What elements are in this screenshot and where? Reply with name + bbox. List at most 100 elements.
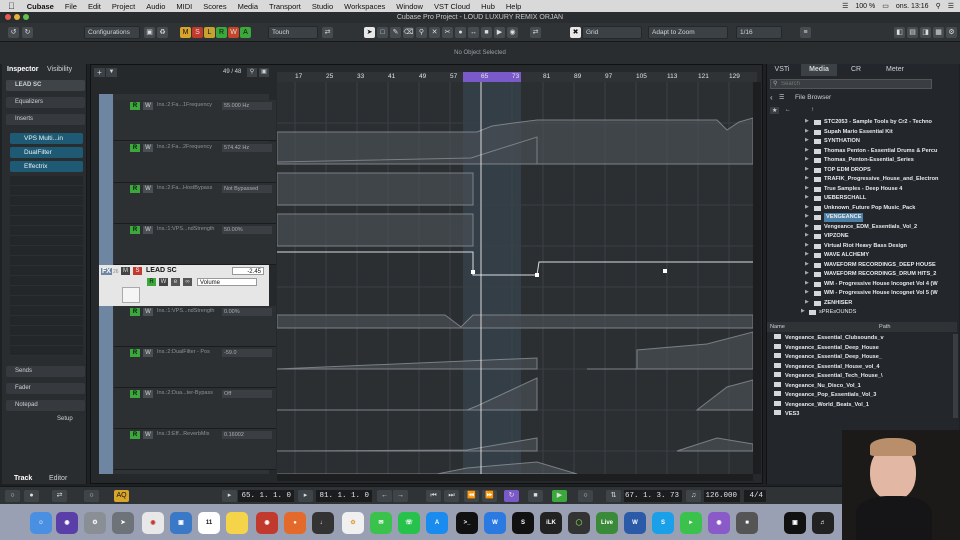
folder-name[interactable]: WM - Progressive House Incognet Vol 5 (W: [824, 289, 960, 298]
result-row[interactable]: VES3: [770, 410, 958, 420]
splice-icon[interactable]: S: [512, 512, 534, 534]
folder-name[interactable]: sPREsOUNDS: [819, 308, 959, 317]
expand-arrow-icon[interactable]: ▶: [801, 308, 805, 314]
inspector-track-name[interactable]: LEAD SC: [6, 80, 85, 91]
tab-meter[interactable]: Meter: [875, 64, 915, 76]
mute-tool-icon[interactable]: ✕: [429, 27, 440, 38]
window-layout-icon[interactable]: ▦: [933, 27, 944, 38]
folder-item[interactable]: ▶ Virtual Riot Heavy Bass Design: [767, 242, 957, 251]
solo-button[interactable]: S: [192, 27, 203, 38]
folder-name[interactable]: STC2053 - Sample Tools by Cr2 - Techno: [824, 118, 960, 127]
to-start-icon[interactable]: ⏮: [426, 490, 441, 502]
folder-item[interactable]: ▶ TRAFIK_Progressive_House_and_Electron: [767, 175, 957, 184]
insert-slot-1[interactable]: VPS Multi...in: [10, 133, 83, 144]
folder-name[interactable]: Supah Mario Essential Kit: [824, 128, 960, 137]
tab-track[interactable]: Track: [14, 475, 32, 482]
lane-name[interactable]: Ins.:1:VPS...ndStrength: [157, 226, 219, 234]
folder-item[interactable]: ▶ VENGEANCE: [767, 213, 957, 222]
menubar-clock[interactable]: ons. 13:16: [896, 3, 929, 10]
calendar-icon[interactable]: 11: [198, 512, 220, 534]
lane-name[interactable]: Ins.:2:Fa...1Frequency: [157, 102, 219, 110]
split-tool-icon[interactable]: ✂: [442, 27, 453, 38]
selected-track-lead-sc[interactable]: FX 26 M S LEAD SC -2.45 R W e ∞ Volume: [99, 265, 269, 306]
automation-mode-dropdown[interactable]: Touch: [268, 26, 318, 39]
folder-item[interactable]: ▶ SYNTHATION: [767, 137, 957, 146]
skype-icon[interactable]: S: [652, 512, 674, 534]
lane-name[interactable]: Ins.:3:Eff...ReverbMix: [157, 431, 219, 439]
folder-item[interactable]: ▶ WAVEFORM RECORDINGS_DEEP HOUSE: [767, 261, 957, 270]
folder-name[interactable]: TOP EDM DROPS: [824, 166, 960, 175]
folder-name[interactable]: ZENHISER: [824, 299, 960, 308]
folder-item[interactable]: ▶ WAVEFORM RECORDINGS_DRUM HITS_2: [767, 270, 957, 279]
folder-item[interactable]: ▶ WAVE ALCHEMY: [767, 251, 957, 260]
glue-tool-icon[interactable]: ●: [455, 27, 466, 38]
quantize-dropdown[interactable]: 1/16: [736, 26, 782, 39]
menu-hub[interactable]: Hub: [481, 2, 495, 11]
automation-panel-icon[interactable]: ⇄: [322, 27, 333, 38]
folder-item[interactable]: ▶ Thomas_Penton-Essential_Series: [767, 156, 957, 165]
expand-arrow-icon[interactable]: ▶: [805, 118, 809, 124]
read-toggle[interactable]: R: [130, 308, 140, 316]
automation-lane-4[interactable]: RW Ins.:1:VPS...ndStrength 50.00%: [114, 224, 276, 265]
write-toggle[interactable]: W: [143, 390, 153, 398]
menu-file[interactable]: File: [65, 2, 77, 11]
result-row[interactable]: Vengeance_Pop_Essentials_Vol_3: [770, 391, 958, 401]
automation-lane-3[interactable]: RW Ins.:2:Fa...HostBypass Not Bypassed: [114, 183, 276, 224]
expand-arrow-icon[interactable]: ▶: [805, 156, 809, 162]
result-row[interactable]: Vengeance_Essential_Tech_House_\: [770, 372, 958, 382]
grid-adapt-dropdown[interactable]: Adapt to Zoom: [648, 26, 728, 39]
write-toggle[interactable]: W: [143, 308, 153, 316]
folder-item[interactable]: ▶ STC2053 - Sample Tools by Cr2 - Techno: [767, 118, 957, 127]
add-track-icon[interactable]: +: [94, 68, 105, 77]
folder-name[interactable]: Thomas_Penton-Essential_Series: [824, 156, 960, 165]
go-to-right-locator-icon[interactable]: ▸: [298, 490, 313, 502]
result-name[interactable]: Vengeance_Pop_Essentials_Vol_3: [785, 392, 876, 398]
control-center-icon[interactable]: ☰: [948, 2, 954, 10]
ilok-icon[interactable]: iLK: [540, 512, 562, 534]
chrome-icon[interactable]: ◉: [142, 512, 164, 534]
track-options-icon[interactable]: ▼: [106, 68, 117, 77]
setup-link[interactable]: Setup: [57, 416, 73, 422]
lane-value[interactable]: 0.16002: [222, 431, 272, 439]
back-chevron-icon[interactable]: ‹: [770, 93, 773, 102]
folder-name[interactable]: WAVEFORM RECORDINGS_DEEP HOUSE: [824, 261, 960, 270]
folder-name[interactable]: Thomas Penton - Essential Drums & Percu: [824, 147, 960, 156]
battery-icon[interactable]: ▭: [882, 2, 889, 10]
result-name[interactable]: Vengeance_Essential_House_vol_4: [785, 364, 880, 370]
show-right-zone-icon[interactable]: ◨: [920, 27, 931, 38]
cycle-mode-icon[interactable]: ●: [24, 490, 39, 502]
write-button[interactable]: W: [228, 27, 239, 38]
event-display[interactable]: [277, 82, 753, 474]
forward-icon[interactable]: ⏩: [482, 490, 497, 502]
terminal-icon[interactable]: >_: [456, 512, 478, 534]
lane-value[interactable]: 50.00%: [222, 226, 272, 234]
punch-in-icon[interactable]: ←: [377, 490, 392, 502]
dorico-icon[interactable]: ♩: [312, 512, 334, 534]
tab-cr[interactable]: CR: [841, 64, 871, 76]
folder-item[interactable]: ▶ Unknown_Future Pop Music_Pack: [767, 204, 957, 213]
result-name[interactable]: Vengeance_Essential_Deep_House: [785, 345, 879, 351]
tab-vsti[interactable]: VSTi: [767, 64, 797, 76]
read-toggle[interactable]: R: [130, 349, 140, 357]
result-name[interactable]: Vengeance_Essential_Clubsounds_v: [785, 335, 884, 341]
menu-scores[interactable]: Scores: [203, 2, 226, 11]
preferences-icon[interactable]: ⚙: [84, 512, 106, 534]
read-toggle[interactable]: R: [130, 226, 140, 234]
lane-name[interactable]: Ins.:2:DualFilter - Pos: [157, 349, 219, 357]
volume-field[interactable]: -2.45: [232, 267, 264, 275]
col-path[interactable]: Path: [879, 322, 891, 332]
expand-arrow-icon[interactable]: ▶: [805, 223, 809, 229]
read-toggle[interactable]: R: [130, 185, 140, 193]
go-to-left-locator-icon[interactable]: ▸: [222, 490, 237, 502]
automation-lane-1[interactable]: RW Ins.:2:Fa...1Frequency 55.000 Hz: [114, 100, 276, 141]
object-select-tool-icon[interactable]: ➤: [364, 27, 375, 38]
app-menu[interactable]: Cubase: [27, 2, 54, 11]
col-name[interactable]: Name: [770, 322, 785, 332]
folder-name[interactable]: True Samples - Deep House 4: [824, 185, 960, 194]
folder-name[interactable]: WM - Progressive House Incognet Vol 4 (W: [824, 280, 960, 289]
finder-icon[interactable]: ☺: [30, 512, 52, 534]
menu-help[interactable]: Help: [506, 2, 521, 11]
folder-item[interactable]: ▶ WM - Progressive House Incognet Vol 4 (…: [767, 280, 957, 289]
fader-section[interactable]: Fader: [6, 383, 85, 394]
folder-name[interactable]: TRAFIK_Progressive_House_and_Electron: [824, 175, 960, 184]
